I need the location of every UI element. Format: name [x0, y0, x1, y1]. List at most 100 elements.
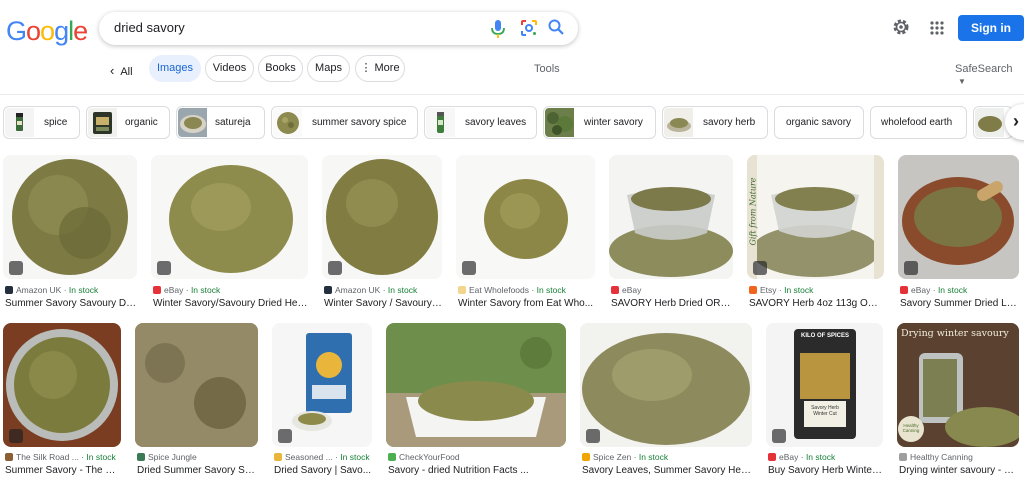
result-source: Spice Jungle [137, 452, 258, 462]
gear-icon[interactable] [892, 18, 910, 36]
safesearch-button[interactable]: SafeSearch ▼ [955, 63, 1024, 87]
result-source: eBay · In stock [900, 285, 1019, 295]
chip-savory-herb[interactable]: savory herb [662, 106, 768, 139]
microphone-icon[interactable] [489, 19, 507, 39]
result-title[interactable]: Summer Savory - The Si... [5, 465, 121, 476]
chip-spice[interactable]: spice [3, 106, 80, 139]
logo-letter: e [73, 16, 88, 46]
chevron-left-icon: ‹ [110, 63, 115, 78]
result-source: Healthy Canning [899, 452, 1019, 462]
sign-in-button[interactable]: Sign in [958, 15, 1024, 41]
search-icon[interactable] [547, 18, 565, 36]
result-title[interactable]: Dried Savory | Savo... [274, 465, 372, 476]
tab-maps[interactable]: Maps [307, 55, 350, 82]
tab-books[interactable]: Books [258, 55, 303, 82]
result-title[interactable]: Summer Savory Savoury Dr... [5, 298, 137, 309]
product-tag-icon [772, 429, 786, 443]
result-source: Amazon UK · In stock [5, 285, 137, 295]
result-title[interactable]: Savory Leaves, Summer Savory Her... [582, 465, 752, 476]
chip-label: satureja [215, 117, 251, 128]
result-title[interactable]: Winter Savory from Eat Who... [458, 298, 595, 309]
chip-label: spice [44, 117, 68, 128]
result-source: Eat Wholefoods · In stock [458, 285, 595, 295]
result-image[interactable]: Drying winter savoury Healthy Canning [897, 323, 1019, 447]
result-card[interactable]: eBay SAVORY Herb Dried ORG... [609, 155, 733, 315]
product-tag-icon [157, 261, 171, 275]
result-title[interactable]: Savory Summer Dried Lo... [900, 298, 1019, 309]
chip-thumbnail [426, 108, 455, 137]
result-card[interactable]: Spice Jungle Dried Summer Savory Spi... [135, 323, 258, 481]
result-card[interactable]: The Silk Road ... · In stock Summer Savo… [3, 323, 121, 481]
packet-name-text: Savory Herb Winter Cut [811, 405, 839, 417]
result-title[interactable]: Winter Savory / Savoury ... [324, 298, 442, 309]
result-card[interactable]: eBay · In stock Savory Summer Dried Lo..… [898, 155, 1019, 315]
result-title[interactable]: Winter Savory/Savoury Dried Her... [153, 298, 308, 309]
chip-wholefood-earth[interactable]: wholefood earth [870, 106, 967, 139]
search-box[interactable]: dried savory [99, 12, 578, 45]
chip-label: wholefood earth [881, 117, 953, 128]
result-card[interactable]: Amazon UK · In stock Winter Savory / Sav… [322, 155, 442, 315]
google-lens-icon[interactable] [520, 19, 538, 37]
more-vert-icon: ⋮ [360, 62, 375, 74]
product-tag-icon [586, 429, 600, 443]
result-source: Spice Zen · In stock [582, 452, 752, 462]
chip-label: savory herb [703, 117, 756, 128]
tools-button[interactable]: Tools [534, 63, 560, 75]
tab-images[interactable]: Images [149, 55, 201, 82]
result-card[interactable]: Eat Wholefoods · In stock Winter Savory … [456, 155, 595, 315]
result-card[interactable]: Seasoned ... · In stock Dried Savory | S… [272, 323, 372, 481]
product-tag-icon [753, 261, 767, 275]
result-card[interactable]: KILO OF SPICES Savory Herb Winter Cut eB… [766, 323, 883, 481]
tab-all-label: All [120, 66, 133, 78]
tab-more-label: More [374, 62, 400, 74]
logo-letter: o [26, 16, 41, 46]
result-title[interactable]: SAVORY Herb 4oz 113g ORG... [749, 298, 884, 309]
header: Google dried savory Sign in [0, 0, 1024, 56]
product-tag-icon [462, 261, 476, 275]
result-card[interactable]: eBay · In stock Winter Savory/Savoury Dr… [151, 155, 308, 315]
result-source: CheckYourFood [388, 452, 566, 462]
chip-thumbnail [664, 108, 693, 137]
result-card[interactable]: Spice Zen · In stock Savory Leaves, Summ… [580, 323, 752, 481]
chip-label: organic [125, 117, 158, 128]
result-title[interactable]: SAVORY Herb Dried ORG... [611, 298, 733, 309]
result-source: eBay · In stock [768, 452, 883, 462]
safesearch-label: SafeSearch [955, 63, 1013, 75]
result-title[interactable]: Buy Savory Herb Winter... [768, 465, 883, 476]
result-card[interactable]: CheckYourFood Savory - dried Nutrition F… [386, 323, 566, 481]
search-tabs: ‹ All Images Videos Books Maps ⋮ More Too… [0, 54, 1024, 88]
tab-all[interactable]: ‹ All [110, 63, 133, 78]
result-image[interactable] [386, 323, 566, 447]
result-card[interactable]: Amazon UK · In stock Summer Savory Savou… [3, 155, 137, 315]
tab-more[interactable]: ⋮ More [355, 55, 405, 82]
chip-thumbnail [5, 108, 34, 137]
apps-grid-icon[interactable] [930, 21, 944, 35]
chip-organic[interactable]: organic [86, 106, 170, 139]
chip-savory-leaves[interactable]: savory leaves [424, 106, 537, 139]
google-logo[interactable]: Google [6, 16, 88, 47]
result-image[interactable] [135, 323, 258, 447]
result-image[interactable] [151, 155, 308, 279]
result-image[interactable] [3, 155, 137, 279]
chip-thumbnail [273, 108, 302, 137]
divider [0, 94, 1024, 95]
chip-organic-savory[interactable]: organic savory [774, 106, 864, 139]
product-tag-icon [278, 429, 292, 443]
result-image[interactable] [580, 323, 752, 447]
result-card[interactable]: Gift from Nature Etsy · In stock SAVORY … [747, 155, 884, 315]
result-image[interactable] [609, 155, 733, 279]
jar-label-text: Healthy Canning [902, 423, 920, 433]
chip-satureja[interactable]: satureja [176, 106, 265, 139]
tab-videos[interactable]: Videos [205, 55, 254, 82]
result-image[interactable] [456, 155, 595, 279]
result-image[interactable]: Gift from Nature [747, 155, 884, 279]
search-input[interactable]: dried savory [114, 20, 185, 35]
chip-label: organic savory [786, 117, 852, 128]
result-card[interactable]: Drying winter savoury Healthy Canning He… [897, 323, 1019, 481]
chip-winter-savory[interactable]: winter savory [543, 106, 656, 139]
chip-summer-savory-spice[interactable]: summer savory spice [271, 106, 418, 139]
result-title[interactable]: Dried Summer Savory Spi... [137, 465, 258, 476]
chip-label: savory leaves [465, 117, 527, 128]
result-title[interactable]: Drying winter savoury - H... [899, 465, 1019, 476]
result-title[interactable]: Savory - dried Nutrition Facts ... [388, 465, 566, 476]
